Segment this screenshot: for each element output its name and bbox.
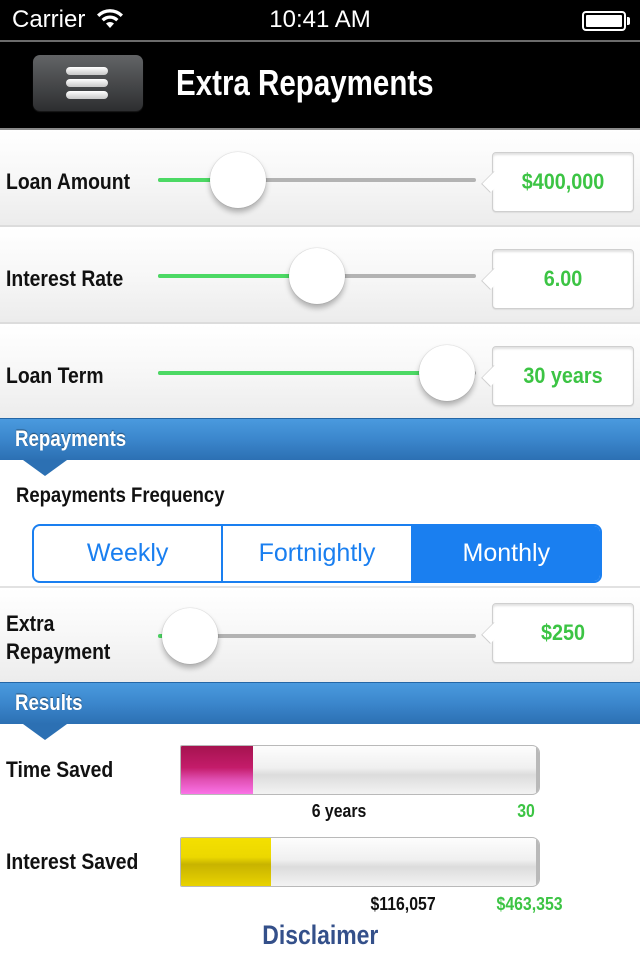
- slider-thumb[interactable]: [209, 152, 266, 208]
- loan-amount-value-box: $400,000: [481, 152, 634, 212]
- interest-rate-value-box: 6.00: [481, 249, 634, 309]
- slider-fill: [158, 371, 448, 375]
- frequency-segmented-control: Weekly Fortnightly Monthly: [32, 524, 602, 583]
- results-section-title: Results: [15, 690, 83, 715]
- slider-thumb[interactable]: [419, 345, 476, 401]
- extra-repayment-slider[interactable]: [158, 608, 476, 664]
- clock: 10:41 AM: [269, 6, 371, 33]
- interest-rate-label: Interest Rate: [6, 266, 124, 291]
- extra-repayment-row: Extra Repayment $250: [0, 588, 640, 682]
- disclaimer-link[interactable]: Disclaimer: [0, 920, 640, 951]
- interest-rate-value: 6.00: [543, 266, 583, 291]
- time-saved-label: Time Saved: [6, 757, 114, 782]
- battery-tip: [627, 17, 630, 25]
- results-section-header: Results: [0, 682, 640, 740]
- battery-icon: [582, 11, 626, 31]
- page-title: Extra Repayments: [176, 62, 434, 103]
- interest-saved-label: Interest Saved: [6, 849, 139, 874]
- loan-term-label: Loan Term: [6, 363, 104, 388]
- repayments-section-title: Repayments: [15, 426, 127, 451]
- extra-repayment-value-box: $250: [481, 603, 634, 663]
- progress-fill: [181, 838, 271, 886]
- time-saved-value: 6 years: [311, 801, 367, 821]
- extra-repayment-label-line1: Extra: [6, 611, 55, 636]
- status-bar: Carrier 10:41 AM: [0, 0, 640, 40]
- slider-thumb[interactable]: [289, 248, 345, 304]
- interest-saved-progress-bar: [180, 837, 540, 887]
- loan-term-value: 30 years: [523, 363, 603, 388]
- extra-repayment-label-line2: Repayment: [6, 639, 111, 664]
- nav-bar: Extra Repayments: [0, 42, 640, 128]
- time-saved-progress-bar: [180, 745, 540, 795]
- repayments-section-header: Repayments: [0, 418, 640, 476]
- slider-thumb[interactable]: [161, 608, 218, 664]
- loan-term-row: Loan Term 30 years: [0, 325, 640, 418]
- segment-monthly[interactable]: Monthly: [412, 526, 600, 581]
- extra-repayment-value: $250: [540, 620, 586, 645]
- interest-rate-slider[interactable]: [158, 248, 476, 304]
- loan-term-value-box: 30 years: [481, 346, 634, 406]
- interest-rate-row: Interest Rate 6.00: [0, 228, 640, 324]
- header-pointer: [23, 460, 67, 476]
- menu-button[interactable]: [33, 55, 143, 111]
- loan-amount-slider[interactable]: [158, 152, 476, 208]
- loan-amount-row: Loan Amount $400,000: [0, 130, 640, 227]
- time-saved-max: 30: [517, 801, 535, 821]
- loan-term-slider[interactable]: [158, 345, 476, 401]
- loan-amount-value: $400,000: [521, 169, 605, 194]
- segment-weekly[interactable]: Weekly: [34, 526, 224, 581]
- segment-fortnightly[interactable]: Fortnightly: [223, 526, 413, 581]
- progress-fill: [181, 746, 253, 794]
- interest-saved-max: $463,353: [496, 894, 563, 914]
- disclaimer-label: Disclaimer: [261, 920, 379, 950]
- repayments-frequency-label: Repayments Frequency: [16, 484, 225, 507]
- header-pointer: [23, 724, 67, 740]
- interest-saved-value: $116,057: [370, 894, 436, 914]
- loan-amount-label: Loan Amount: [6, 169, 131, 194]
